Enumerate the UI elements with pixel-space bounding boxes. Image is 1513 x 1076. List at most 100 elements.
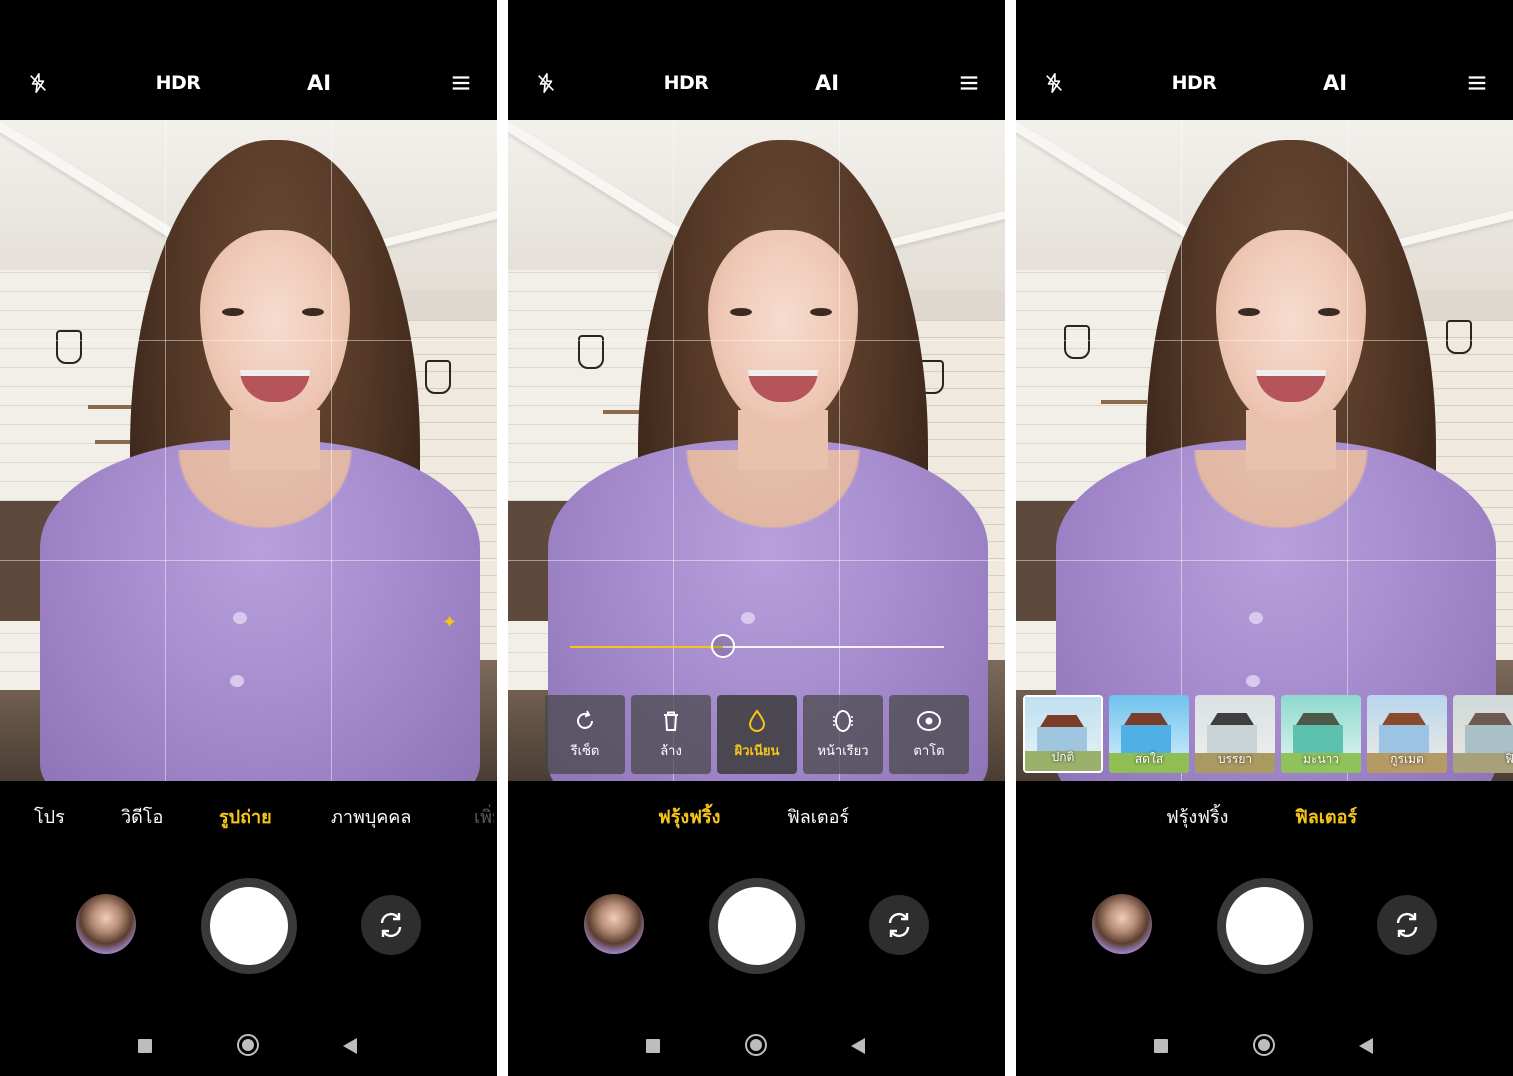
- tool-smooth-skin[interactable]: ผิวเนียน: [717, 695, 797, 774]
- gallery-thumbnail[interactable]: [584, 894, 644, 954]
- face-slim-icon: [830, 708, 856, 734]
- menu-icon[interactable]: [954, 60, 984, 106]
- filter-label: สดใส: [1134, 752, 1164, 766]
- flash-off-icon[interactable]: [22, 60, 54, 106]
- switch-camera-icon[interactable]: [361, 895, 421, 955]
- shutter-button[interactable]: [201, 878, 297, 974]
- grid-line: [331, 120, 332, 781]
- filter-mood[interactable]: บรรยา: [1195, 695, 1275, 773]
- grid-line: [673, 120, 674, 781]
- filter-preview: [1379, 725, 1429, 753]
- grid-line: [1181, 120, 1182, 781]
- beauty-tabs: ฟรุ้งฟริ้ง ฟิลเตอร์: [1016, 800, 1513, 836]
- flash-off-icon[interactable]: [530, 60, 562, 106]
- menu-icon[interactable]: [1462, 60, 1492, 106]
- hdr-toggle[interactable]: HDR: [658, 60, 714, 106]
- tab-filter[interactable]: ฟิลเตอร์: [787, 800, 849, 836]
- recents-icon[interactable]: [138, 1039, 152, 1053]
- filter-vivid[interactable]: สดใส: [1109, 695, 1189, 773]
- gallery-thumbnail[interactable]: [1092, 894, 1152, 954]
- top-bar: HDR AI: [1016, 60, 1513, 106]
- shutter-button-inner: [718, 887, 796, 965]
- subject-smile: [748, 370, 818, 402]
- mode-more[interactable]: เพิ่ม: [474, 800, 494, 836]
- pendant-lamp-icon: [425, 360, 451, 394]
- flash-off-icon[interactable]: [1038, 60, 1070, 106]
- hdr-toggle[interactable]: HDR: [1166, 60, 1222, 106]
- switch-camera-icon[interactable]: [1377, 895, 1437, 955]
- tab-filter[interactable]: ฟิลเตอร์: [1295, 800, 1357, 836]
- filter-film[interactable]: ฟิล์ม: [1453, 695, 1513, 773]
- grid-line: [839, 120, 840, 781]
- filter-gourmet[interactable]: กูรเมต: [1367, 695, 1447, 773]
- top-bar: HDR AI: [508, 60, 1005, 106]
- filter-preview: [1465, 725, 1513, 753]
- shutter-button[interactable]: [1217, 878, 1313, 974]
- filter-preview: [1207, 725, 1257, 753]
- tab-beautify[interactable]: ฟรุ้งฟริ้ง: [658, 800, 720, 836]
- home-icon[interactable]: [237, 1034, 259, 1056]
- viewfinder[interactable]: [1016, 120, 1513, 781]
- filter-label: บรรยา: [1217, 752, 1253, 766]
- back-icon[interactable]: [343, 1038, 357, 1054]
- mode-video[interactable]: วิดีโอ: [121, 800, 163, 836]
- tab-beautify[interactable]: ฟรุ้งฟริ้ง: [1166, 800, 1228, 836]
- tool-big-eyes[interactable]: ตาโต: [889, 695, 969, 774]
- beauty-intensity-slider[interactable]: [570, 634, 944, 660]
- tool-clear[interactable]: ล้าง: [631, 695, 711, 774]
- mode-pro[interactable]: โปร: [34, 800, 65, 836]
- slider-knob[interactable]: [711, 634, 736, 658]
- tool-label: ผิวเนียน: [734, 744, 780, 759]
- grid-line: [508, 340, 1005, 341]
- shutter-button-inner: [210, 887, 288, 965]
- tool-slim-face[interactable]: หน้าเรียว: [803, 695, 883, 774]
- shirt-button: [233, 612, 247, 624]
- ai-toggle[interactable]: AI: [806, 60, 848, 106]
- grid-line: [1016, 560, 1513, 561]
- menu-icon[interactable]: [446, 60, 476, 106]
- filter-preview: [1121, 725, 1171, 753]
- filter-normal[interactable]: ปกติ: [1023, 695, 1103, 773]
- switch-camera-icon[interactable]: [869, 895, 929, 955]
- shutter-button[interactable]: [709, 878, 805, 974]
- gallery-thumbnail[interactable]: [76, 894, 136, 954]
- shirt-button: [1246, 675, 1260, 687]
- shirt-button: [1249, 612, 1263, 624]
- recents-icon[interactable]: [1154, 1039, 1168, 1053]
- home-icon[interactable]: [745, 1034, 767, 1056]
- filter-label: มะนาว: [1302, 752, 1340, 766]
- subject-smile: [1256, 370, 1326, 402]
- tool-reset[interactable]: รีเซ็ต: [545, 695, 625, 774]
- back-icon[interactable]: [1359, 1038, 1373, 1054]
- mode-portrait[interactable]: ภาพบุคคล: [331, 800, 411, 836]
- filter-lime[interactable]: มะนาว: [1281, 695, 1361, 773]
- trash-icon: [658, 708, 684, 734]
- viewfinder[interactable]: [508, 120, 1005, 781]
- hdr-toggle[interactable]: HDR: [150, 60, 206, 106]
- beauty-tabs: ฟรุ้งฟริ้ง ฟิลเตอร์: [508, 800, 1005, 836]
- viewfinder[interactable]: [0, 120, 497, 781]
- back-icon[interactable]: [851, 1038, 865, 1054]
- subject-eye: [222, 308, 244, 316]
- tool-label: ตาโต: [913, 744, 945, 759]
- shutter-button-inner: [1226, 887, 1304, 965]
- grid-line: [508, 560, 1005, 561]
- drop-icon: [744, 708, 770, 734]
- system-nav-bar: [1016, 1030, 1513, 1062]
- filter-preview: [1293, 725, 1343, 753]
- subject-eye: [302, 308, 324, 316]
- tool-label: ล้าง: [660, 744, 682, 759]
- recents-icon[interactable]: [646, 1039, 660, 1053]
- mode-photo[interactable]: รูปถ่าย: [219, 800, 272, 836]
- grid-line: [0, 560, 497, 561]
- filter-label: ฟิล์ม: [1505, 752, 1513, 766]
- camera-photo-screen: HDR AI ✦ โปร วิดีโอ รูปถ่าย ภาพบุคคล เพิ…: [0, 0, 497, 1076]
- grid-line: [0, 340, 497, 341]
- beauty-sparkle-icon[interactable]: ✦: [442, 612, 457, 633]
- subject-smile: [240, 370, 310, 402]
- grid-line: [1016, 340, 1513, 341]
- ai-toggle[interactable]: AI: [298, 60, 340, 106]
- ai-toggle[interactable]: AI: [1314, 60, 1356, 106]
- tool-label: รีเซ็ต: [570, 744, 600, 759]
- home-icon[interactable]: [1253, 1034, 1275, 1056]
